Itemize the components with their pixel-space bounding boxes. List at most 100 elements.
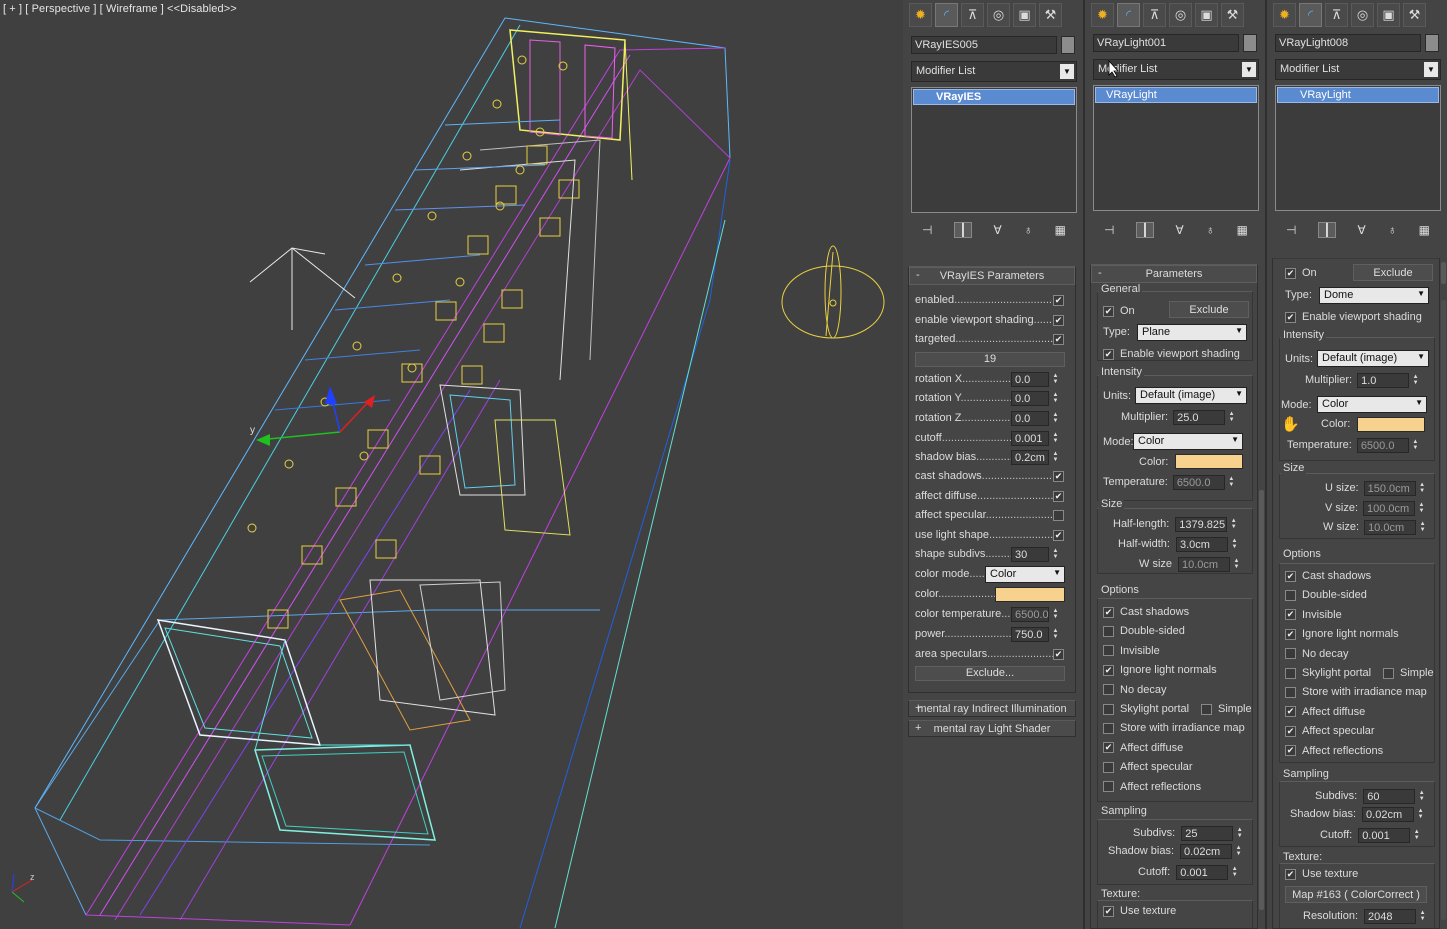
display-icon[interactable]: ▣: [1195, 3, 1218, 27]
modifier-stack[interactable]: VRayLight: [1093, 85, 1259, 211]
make-unique-icon[interactable]: ∀: [1358, 223, 1366, 237]
show-end-result-icon[interactable]: ┃: [1318, 222, 1336, 238]
param-spinner-field[interactable]: 30: [1011, 546, 1049, 562]
hierarchy-icon[interactable]: ⊼: [1325, 3, 1348, 27]
utilities-icon[interactable]: ⚒: [1221, 3, 1244, 27]
cutoff-field[interactable]: 0.001: [1176, 864, 1229, 880]
modify-icon[interactable]: ◜: [1117, 3, 1140, 27]
light-color-swatch[interactable]: [1175, 454, 1243, 469]
option-checkbox[interactable]: [1103, 703, 1114, 715]
units-dropdown[interactable]: Default (image) ▼: [1317, 350, 1429, 367]
option-checkbox[interactable]: [1285, 667, 1296, 679]
option-checkbox[interactable]: ✔: [1103, 742, 1114, 754]
option-checkbox[interactable]: [1103, 645, 1114, 657]
spinner-arrows-icon[interactable]: ▲ ▼: [1051, 627, 1060, 642]
spinner-arrows-icon[interactable]: ▲ ▼: [1227, 410, 1236, 425]
show-end-result-icon[interactable]: ┃: [954, 222, 972, 238]
option-checkbox[interactable]: [1285, 686, 1296, 698]
object-color-swatch[interactable]: [1243, 34, 1257, 52]
wireframe-scene[interactable]: y z: [0, 0, 903, 929]
viewport-label[interactable]: [ + ] [ Perspective ] [ Wireframe ] <<Di…: [3, 3, 237, 15]
option-checkbox[interactable]: [1285, 589, 1296, 601]
param-checkbox[interactable]: ✔: [1053, 294, 1064, 306]
display-icon[interactable]: ▣: [1377, 3, 1400, 27]
option-checkbox[interactable]: [1103, 722, 1114, 734]
mr-light-shader-rollout[interactable]: + mental ray Light Shader: [908, 720, 1076, 737]
option-checkbox[interactable]: ✔: [1285, 725, 1296, 737]
create-icon[interactable]: ✹: [909, 3, 932, 27]
spinner-arrows-icon[interactable]: ▲ ▼: [1227, 475, 1236, 490]
type-dropdown[interactable]: Dome ▼: [1319, 287, 1429, 304]
object-color-swatch[interactable]: [1061, 36, 1075, 54]
utilities-icon[interactable]: ⚒: [1403, 3, 1426, 27]
on-checkbox[interactable]: ✔: [1285, 267, 1296, 279]
modifier-list-dropdown[interactable]: Modifier List ▼: [911, 61, 1077, 82]
simple-checkbox[interactable]: [1383, 668, 1394, 679]
param-spinner-field[interactable]: 0.001: [1011, 430, 1049, 446]
spinner-arrows-icon[interactable]: ▲ ▼: [1411, 438, 1420, 453]
configure-sets-icon[interactable]: ▦: [1055, 223, 1066, 237]
temperature-field[interactable]: 6500.0: [1172, 474, 1225, 490]
spinner-arrows-icon[interactable]: ▲ ▼: [1234, 844, 1243, 859]
object-color-swatch[interactable]: [1425, 34, 1439, 52]
spinner-arrows-icon[interactable]: ▲ ▼: [1051, 607, 1060, 622]
resolution-field[interactable]: 2048: [1364, 908, 1417, 924]
stack-item-vrayies[interactable]: VRayIES: [913, 89, 1075, 105]
make-unique-icon[interactable]: ∀: [994, 223, 1002, 237]
on-checkbox[interactable]: ✔: [1103, 305, 1114, 317]
param-checkbox[interactable]: ✔: [1053, 333, 1064, 345]
scrollbar-top[interactable]: [1441, 262, 1446, 284]
spinner-arrows-icon[interactable]: ▲ ▼: [1418, 481, 1427, 496]
modifier-stack[interactable]: VRayLight: [1275, 85, 1441, 211]
spinner-arrows-icon[interactable]: ▲ ▼: [1235, 826, 1244, 841]
type-dropdown[interactable]: Plane ▼: [1137, 324, 1247, 341]
subdivs-field[interactable]: 25: [1181, 825, 1234, 841]
hierarchy-icon[interactable]: ⊼: [1143, 3, 1166, 27]
object-name-field[interactable]: VRayLight008: [1275, 34, 1421, 52]
spinner-arrows-icon[interactable]: ▲ ▼: [1229, 517, 1238, 532]
scrollbar[interactable]: [1259, 490, 1264, 910]
spinner-arrows-icon[interactable]: ▲ ▼: [1417, 501, 1426, 516]
option-checkbox[interactable]: ✔: [1285, 609, 1296, 621]
pin-stack-icon[interactable]: ⊣: [922, 223, 932, 237]
multiplier-field[interactable]: 25.0: [1173, 409, 1226, 425]
modify-icon[interactable]: ◜: [935, 3, 958, 27]
perspective-viewport[interactable]: y z [ + ] [ Perspective ] [ Wireframe ] …: [0, 0, 903, 929]
param-checkbox[interactable]: [1053, 509, 1064, 521]
spinner-arrows-icon[interactable]: ▲ ▼: [1232, 557, 1241, 572]
enable-viewport-shading-checkbox[interactable]: ✔: [1285, 311, 1296, 323]
remove-modifier-icon[interactable]: ♁: [1024, 223, 1033, 237]
half-length-field[interactable]: 1379.825: [1175, 516, 1228, 532]
param-checkbox[interactable]: ✔: [1053, 529, 1064, 541]
light-color-swatch[interactable]: [1357, 417, 1425, 432]
utilities-icon[interactable]: ⚒: [1039, 3, 1062, 27]
param-spinner-field[interactable]: 0.0: [1011, 371, 1049, 387]
spinner-arrows-icon[interactable]: ▲ ▼: [1412, 828, 1421, 843]
mr-indirect-rollout[interactable]: + mental ray Indirect Illumination: [908, 700, 1076, 717]
spinner-arrows-icon[interactable]: ▲ ▼: [1418, 520, 1427, 535]
spinner-arrows-icon[interactable]: ▲ ▼: [1051, 547, 1060, 562]
param-spinner-field[interactable]: 0.0: [1011, 410, 1049, 426]
ies-file-button[interactable]: 19: [915, 351, 1065, 367]
modifier-list-dropdown[interactable]: Modifier List ▼: [1275, 59, 1441, 80]
make-unique-icon[interactable]: ∀: [1176, 223, 1184, 237]
display-icon[interactable]: ▣: [1013, 3, 1036, 27]
param-spinner-field[interactable]: 750.0: [1011, 626, 1049, 642]
texture-map-button[interactable]: Map #163 ( ColorCorrect ): [1285, 886, 1427, 903]
rollout-header[interactable]: - Parameters: [1091, 265, 1257, 283]
param-spinner-field[interactable]: 6500.0: [1011, 606, 1049, 622]
modifier-stack[interactable]: VRayIES: [911, 87, 1077, 213]
spinner-arrows-icon[interactable]: ▲ ▼: [1051, 411, 1060, 426]
mode-dropdown[interactable]: Color ▼: [1317, 396, 1427, 413]
w-size-field[interactable]: 10.0cm: [1178, 556, 1230, 572]
u-size-field[interactable]: 150.0cm: [1363, 480, 1416, 496]
shadow-bias-field[interactable]: 0.02cm: [1362, 806, 1415, 822]
spinner-arrows-icon[interactable]: ▲ ▼: [1417, 789, 1426, 804]
param-spinner-field[interactable]: 0.2cm: [1011, 449, 1049, 465]
use-texture-checkbox[interactable]: ✔: [1103, 905, 1114, 917]
motion-icon[interactable]: ◎: [1351, 3, 1374, 27]
option-checkbox[interactable]: ✔: [1285, 628, 1296, 640]
exclude-button[interactable]: Exclude: [1169, 301, 1249, 318]
create-icon[interactable]: ✹: [1273, 3, 1296, 27]
param-checkbox[interactable]: ✔: [1053, 314, 1064, 326]
